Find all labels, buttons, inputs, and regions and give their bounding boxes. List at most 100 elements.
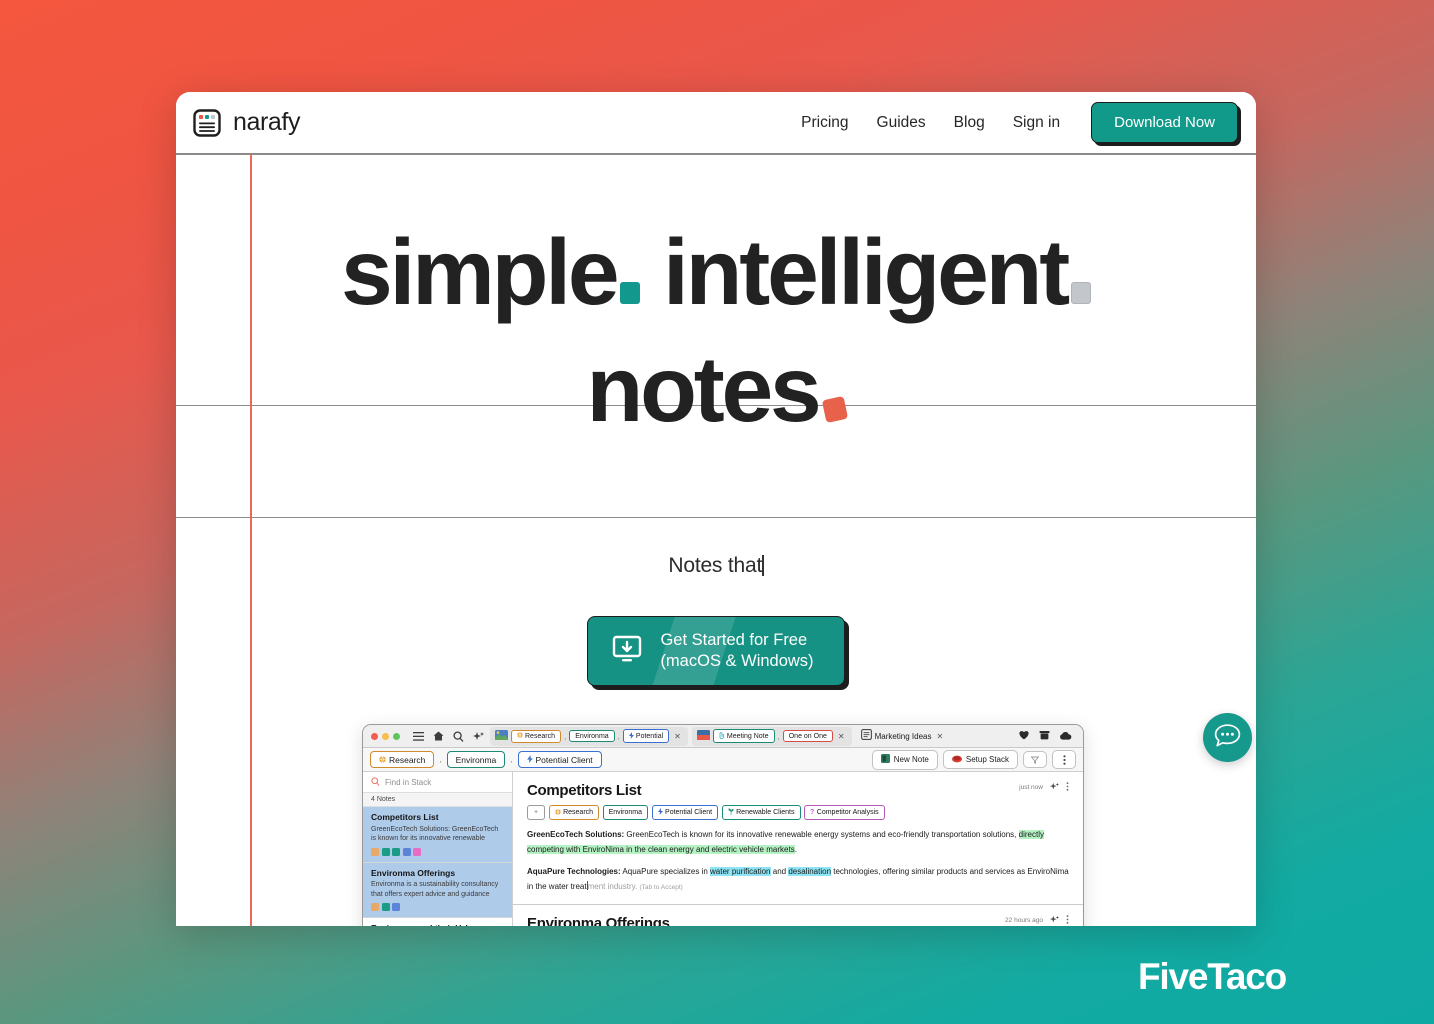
bolt-icon xyxy=(657,808,663,817)
get-started-button[interactable]: Get Started for Free (macOS & Windows) xyxy=(587,616,845,686)
hero-section: simple intelligent notes Notes that Get … xyxy=(176,154,1256,926)
tab-close-icon[interactable]: ✕ xyxy=(836,732,847,741)
maximize-icon[interactable] xyxy=(393,732,400,740)
sparkle-icon[interactable] xyxy=(1050,782,1059,793)
note-environma-offerings: Environma Offerings 22 hours ago xyxy=(513,905,1083,926)
tab-chip-label: Environma xyxy=(575,732,609,740)
new-note-button[interactable]: New Note xyxy=(871,749,938,770)
menu-icon[interactable] xyxy=(410,731,426,741)
more-vertical-icon[interactable] xyxy=(1052,750,1076,769)
paperclip-icon xyxy=(719,731,725,741)
hero-cta-wrap: Get Started for Free (macOS & Windows) xyxy=(176,616,1256,686)
image-thumb-icon xyxy=(696,727,710,745)
question-icon: ? xyxy=(810,809,815,816)
doc-icon xyxy=(860,727,872,745)
new-note-label: New Note xyxy=(893,755,929,764)
globe-icon xyxy=(517,732,523,740)
para1-text-a: GreenEcoTech is known for its innovative… xyxy=(624,830,1019,839)
toolbar-chip-environma[interactable]: Environma xyxy=(446,751,506,768)
sparkle-icon[interactable] xyxy=(1050,915,1059,926)
tab-chip-research[interactable]: Research xyxy=(511,729,561,743)
nav-link-guides[interactable]: Guides xyxy=(863,106,940,140)
toolbar-chip-potential-client[interactable]: Potential Client xyxy=(517,751,602,768)
fivetaco-watermark: FiveTaco xyxy=(1138,956,1287,997)
note-paragraph-2[interactable]: AquaPure Technologies: AquaPure speciali… xyxy=(527,865,1069,895)
tag-chip xyxy=(402,847,411,856)
note-count-label: 4 Notes xyxy=(363,793,512,807)
globe-icon xyxy=(379,755,386,765)
tag-chip xyxy=(392,847,400,856)
tab-chip-label[interactable]: Marketing Ideas xyxy=(875,732,932,741)
filter-funnel-icon[interactable] xyxy=(1023,751,1047,768)
brand-logo[interactable]: narafy xyxy=(192,108,300,138)
tab-chip-meeting-note[interactable]: Meeting Note xyxy=(712,729,775,743)
sparkle-icon[interactable] xyxy=(470,731,486,742)
new-note-icon xyxy=(880,754,890,765)
minimize-icon[interactable] xyxy=(382,732,389,740)
tab-chip-label: Potential xyxy=(635,732,664,740)
toolbar-separator: , xyxy=(439,755,442,764)
note-tag-renewable-clients[interactable]: Renewable Clients xyxy=(721,805,801,820)
nav-link-signin[interactable]: Sign in xyxy=(999,106,1074,140)
app-sidebar: Find in Stack 4 Notes Competitors List G… xyxy=(363,772,513,926)
note-card-title: Environma and their Values xyxy=(371,923,504,926)
app-main: Competitors List just now + Research Env… xyxy=(513,772,1083,926)
search-icon[interactable] xyxy=(450,730,466,742)
tab-close-icon[interactable]: ✕ xyxy=(935,732,946,741)
nav-link-blog[interactable]: Blog xyxy=(940,106,999,140)
note-paragraph-1[interactable]: GreenEcoTech Solutions: GreenEcoTech is … xyxy=(527,828,1069,857)
download-now-button[interactable]: Download Now xyxy=(1091,102,1238,143)
nav-link-pricing[interactable]: Pricing xyxy=(787,106,862,140)
note-tag-research[interactable]: Research xyxy=(548,805,600,820)
tab-group-meeting[interactable]: Meeting Note , One on One ✕ xyxy=(691,726,852,746)
window-controls[interactable] xyxy=(368,732,406,740)
tab-chip-one-on-one[interactable]: One on One xyxy=(782,730,833,742)
note-title[interactable]: Competitors List xyxy=(527,782,642,799)
site-header: narafy Pricing Guides Blog Sign in Downl… xyxy=(176,92,1256,154)
list-item[interactable]: Environma Offerings Environma is a susta… xyxy=(363,862,512,918)
tab-chip-potential[interactable]: Potential xyxy=(622,729,670,743)
list-item[interactable]: Competitors List GreenEcoTech Solutions:… xyxy=(363,807,512,863)
archive-icon[interactable] xyxy=(1039,727,1050,745)
chat-widget-button[interactable] xyxy=(1203,713,1252,762)
find-in-stack-input[interactable]: Find in Stack xyxy=(363,772,512,793)
note-tag-competitor-analysis[interactable]: ? Competitor Analysis xyxy=(804,805,885,820)
brand-name: narafy xyxy=(233,108,301,136)
tag-chip xyxy=(371,903,379,911)
find-in-stack-placeholder: Find in Stack xyxy=(385,777,432,787)
note-card-title: Competitors List xyxy=(371,812,439,822)
more-vertical-icon[interactable] xyxy=(1066,782,1069,793)
paper-rule-3 xyxy=(176,517,1256,518)
chat-bubble-icon xyxy=(1214,723,1241,753)
para2-highlight-1: water purification xyxy=(710,867,771,876)
autocomplete-suggestion: ment industry. xyxy=(587,881,638,891)
tab-group-research[interactable]: Research , Environma , Potential ✕ xyxy=(490,726,688,746)
para2-highlight-2: desalination xyxy=(788,867,832,876)
note-card-preview: GreenEcoTech Solutions: GreenEcoTech is … xyxy=(371,825,499,843)
tab-chip-label: Research xyxy=(525,732,555,740)
toolbar-chip-research[interactable]: Research xyxy=(370,751,435,768)
home-icon[interactable] xyxy=(430,731,446,741)
list-item[interactable]: Environma and their Values Environma is … xyxy=(363,918,512,926)
tab-chip-environma[interactable]: Environma xyxy=(569,730,615,742)
globe-icon xyxy=(554,808,561,817)
setup-stack-button[interactable]: Setup Stack xyxy=(942,750,1018,769)
tab-close-icon[interactable]: ✕ xyxy=(672,732,683,741)
bolt-icon xyxy=(628,731,634,741)
add-tag-button[interactable]: + xyxy=(527,805,546,820)
search-icon xyxy=(371,776,380,788)
more-vertical-icon[interactable] xyxy=(1066,915,1069,926)
cta-line-1: Get Started for Free xyxy=(660,631,808,649)
setup-stack-icon xyxy=(951,755,962,765)
tag-chip xyxy=(371,847,379,856)
tab-group-marketing[interactable]: Marketing Ideas ✕ xyxy=(856,727,951,746)
note-title[interactable]: Environma Offerings xyxy=(527,915,670,926)
close-icon[interactable] xyxy=(371,732,378,740)
note-tag-environma[interactable]: Environma xyxy=(602,805,649,820)
cloud-icon[interactable] xyxy=(1059,727,1072,745)
note-card-chips xyxy=(371,847,504,856)
heart-icon[interactable] xyxy=(1018,727,1030,745)
tag-chip xyxy=(381,847,390,856)
note-tag-potential-client[interactable]: Potential Client xyxy=(651,805,719,820)
download-monitor-icon xyxy=(612,635,642,668)
